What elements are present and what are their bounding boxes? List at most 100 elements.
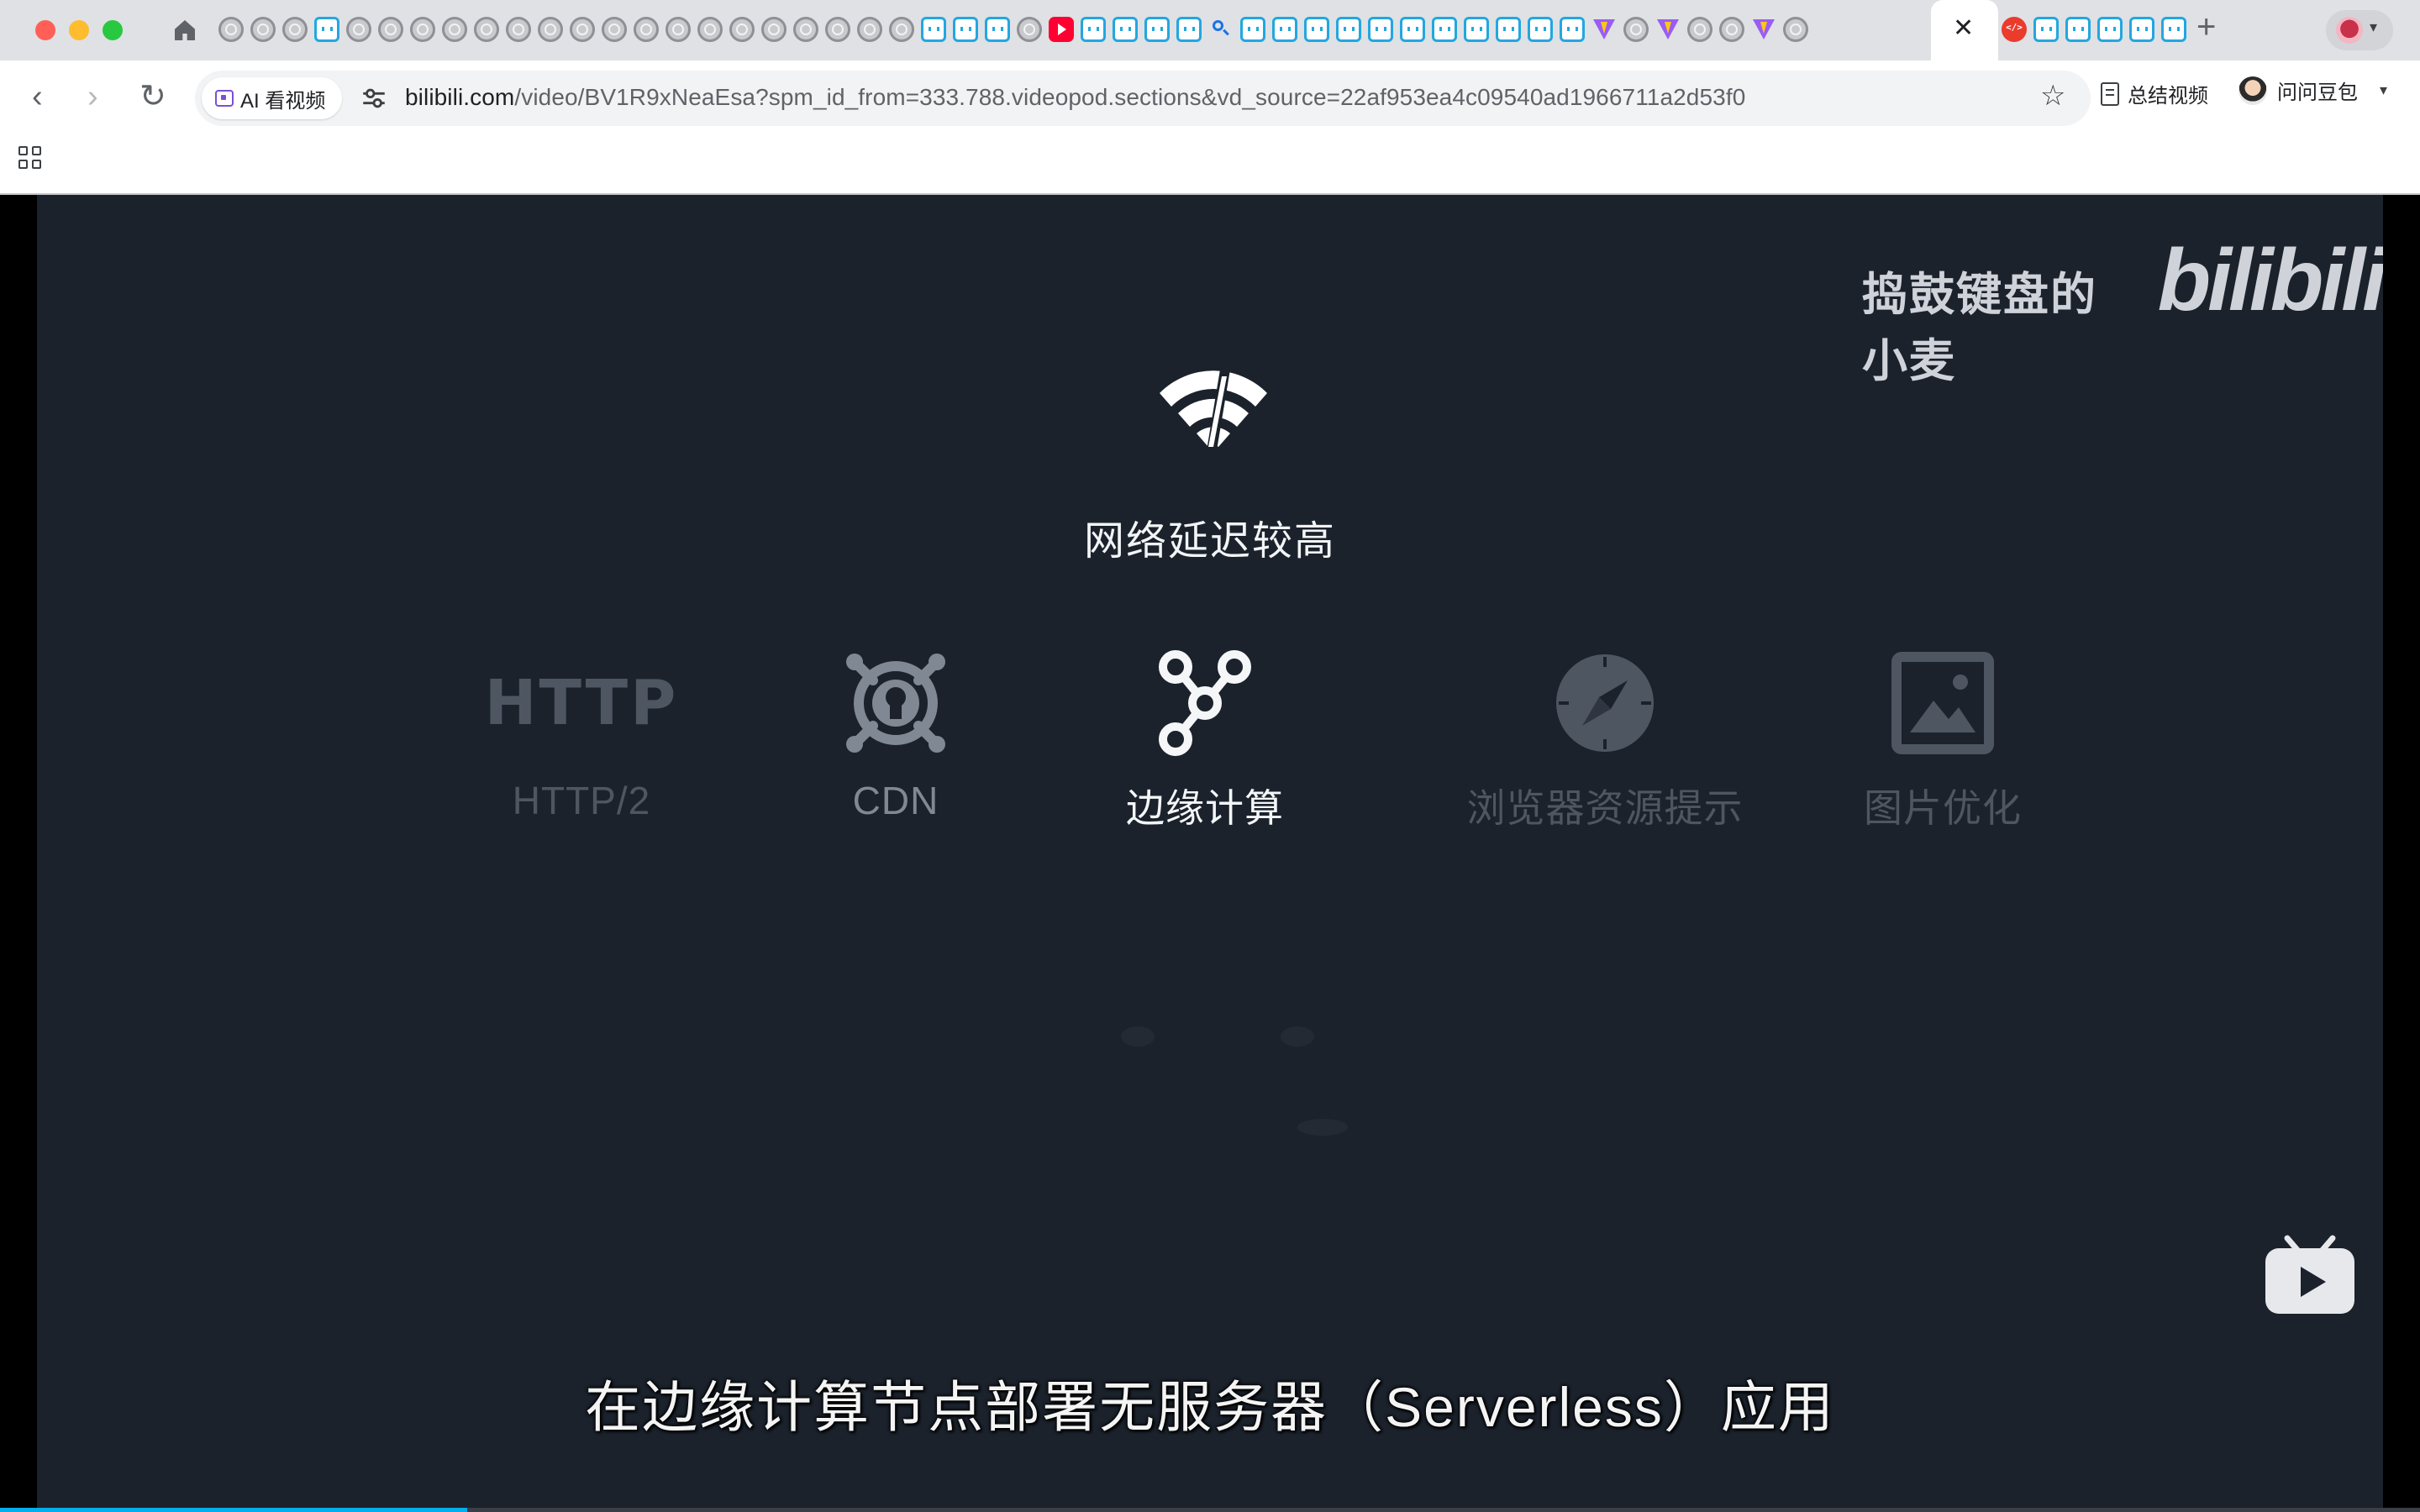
video-progress-bar[interactable] (0, 1508, 2420, 1512)
globe-icon[interactable] (570, 17, 595, 42)
globe-icon[interactable] (538, 17, 563, 42)
globe-icon[interactable] (1719, 17, 1744, 42)
globe-icon[interactable] (697, 17, 723, 42)
globe-icon[interactable] (793, 17, 818, 42)
bilibili-tab-icon[interactable] (1336, 17, 1361, 42)
site-settings-icon[interactable] (360, 82, 388, 114)
code-icon[interactable] (2002, 17, 2027, 42)
profile-button[interactable]: ▾ (2326, 10, 2393, 50)
slide-headline: 网络延迟较高 (1083, 519, 1336, 564)
apps-grid-icon[interactable] (18, 146, 44, 171)
bilibili-tab-icon[interactable] (1400, 17, 1425, 42)
bilibili-tab-icon[interactable] (1368, 17, 1393, 42)
home-icon[interactable] (171, 17, 198, 44)
browser-toolbar: ‹ › ↻ AI 看视频 bilibili.com/video/BV1R9xNe… (0, 60, 2420, 134)
globe-icon[interactable] (1017, 17, 1042, 42)
channel-name: 捣鼓键盘的小麦 (1862, 270, 2097, 386)
globe-icon[interactable] (218, 17, 244, 42)
active-tab[interactable]: ✕ (1931, 0, 1998, 60)
zoom-window-button[interactable] (103, 20, 123, 40)
globe-icon[interactable] (282, 17, 308, 42)
bilibili-tab-icon[interactable] (1560, 17, 1585, 42)
bilibili-tab-icon[interactable] (1496, 17, 1521, 42)
feature-label: 浏览器资源提示 (1466, 786, 1744, 830)
bilibili-tab-icon[interactable] (2129, 17, 2154, 42)
bilibili-tab-icon[interactable] (1304, 17, 1329, 42)
ai-video-chip[interactable]: AI 看视频 (202, 77, 343, 119)
feature-label: HTTP/2 (512, 779, 651, 822)
feature-browser-resource-hints: 浏览器资源提示 (1403, 648, 1807, 833)
globe-icon[interactable] (1783, 17, 1808, 42)
globe-icon[interactable] (857, 17, 882, 42)
vite-icon[interactable] (1751, 17, 1776, 42)
vite-icon[interactable] (1591, 17, 1617, 42)
globe-icon[interactable] (378, 17, 403, 42)
ai-video-label: AI 看视频 (240, 89, 326, 113)
close-window-button[interactable] (35, 20, 55, 40)
bilibili-tab-icon[interactable] (1113, 17, 1138, 42)
edge-network-icon (1159, 650, 1251, 756)
globe-icon[interactable] (1623, 17, 1649, 42)
globe-icon[interactable] (1687, 17, 1712, 42)
summarize-video-button[interactable]: 总结视频 (2101, 79, 2208, 108)
globe-icon[interactable] (442, 17, 467, 42)
globe-icon[interactable] (410, 17, 435, 42)
feature-label: 边缘计算 (1126, 786, 1284, 830)
bilibili-play-icon[interactable] (2264, 1235, 2356, 1315)
doubao-avatar (2238, 76, 2267, 105)
chevron-down-icon: ▾ (2370, 18, 2378, 35)
globe-icon[interactable] (825, 17, 850, 42)
cdn-icon (846, 654, 945, 753)
video-subtitle: 在边缘计算节点部署无服务器（Serverless）应用 (585, 1376, 1835, 1438)
globe-icon[interactable] (634, 17, 659, 42)
bilibili-tab-icon[interactable] (1432, 17, 1457, 42)
bilibili-tab-icon[interactable] (953, 17, 978, 42)
bookmarks-bar (0, 134, 2420, 195)
globe-icon[interactable] (666, 17, 691, 42)
globe-icon[interactable] (474, 17, 499, 42)
address-bar[interactable]: AI 看视频 bilibili.com/video/BV1R9xNeaEsa?s… (195, 71, 2091, 126)
back-button[interactable]: ‹ (32, 76, 43, 118)
bookmark-star-icon[interactable]: ☆ (2040, 79, 2065, 113)
http-text-icon: HTTP (484, 667, 679, 739)
feature-cdn: CDN (728, 648, 1064, 823)
url-text[interactable]: bilibili.com/video/BV1R9xNeaEsa?spm_id_f… (405, 84, 1745, 111)
bilibili-tab-icon[interactable] (1144, 17, 1170, 42)
bilibili-tab-icon[interactable] (2097, 17, 2123, 42)
close-tab-icon[interactable]: ✕ (1953, 13, 1974, 43)
minimize-window-button[interactable] (69, 20, 89, 40)
channel-watermark: 捣鼓键盘的小麦 bilibili (1862, 237, 2383, 390)
bilibili-tab-icon[interactable] (2065, 17, 2091, 42)
ask-doubao-label: 问问豆包 (2277, 81, 2358, 104)
video-player[interactable]: 捣鼓键盘的小麦 bilibili 网络延迟较高 HTTP HTTP/2 CDN … (37, 195, 2383, 1512)
bilibili-tab-icon[interactable] (1240, 17, 1265, 42)
bilibili-tab-icon[interactable] (985, 17, 1010, 42)
chevron-down-icon[interactable]: ▾ (2380, 81, 2387, 99)
forward-button[interactable]: › (87, 76, 98, 118)
ask-doubao-button[interactable]: 问问豆包 ▾ (2238, 76, 2387, 105)
globe-icon[interactable] (602, 17, 627, 42)
bilibili-tab-icon[interactable] (1081, 17, 1106, 42)
bilibili-tab-icon[interactable] (1464, 17, 1489, 42)
wifi-slow-icon (1160, 370, 1267, 450)
bilibili-tab-icon[interactable] (2033, 17, 2059, 42)
vite-icon[interactable] (1655, 17, 1681, 42)
youtube-icon[interactable] (1049, 17, 1074, 42)
bilibili-tab-icon[interactable] (314, 17, 339, 42)
bilibili-tab-icon[interactable] (1528, 17, 1553, 42)
video-progress-fill (0, 1508, 467, 1512)
globe-icon[interactable] (761, 17, 786, 42)
bilibili-tab-icon[interactable] (2161, 17, 2186, 42)
reload-button[interactable]: ↻ (139, 76, 166, 118)
globe-icon[interactable] (250, 17, 276, 42)
globe-icon[interactable] (889, 17, 914, 42)
bilibili-tab-icon[interactable] (1176, 17, 1202, 42)
bilibili-tab-icon[interactable] (1272, 17, 1297, 42)
new-tab-button[interactable]: + (2196, 8, 2216, 46)
globe-icon[interactable] (729, 17, 755, 42)
search-icon[interactable] (1208, 17, 1234, 42)
bilibili-tab-icon[interactable] (921, 17, 946, 42)
globe-icon[interactable] (346, 17, 371, 42)
feature-edge-computing: 边缘计算 (1037, 648, 1373, 833)
globe-icon[interactable] (506, 17, 531, 42)
